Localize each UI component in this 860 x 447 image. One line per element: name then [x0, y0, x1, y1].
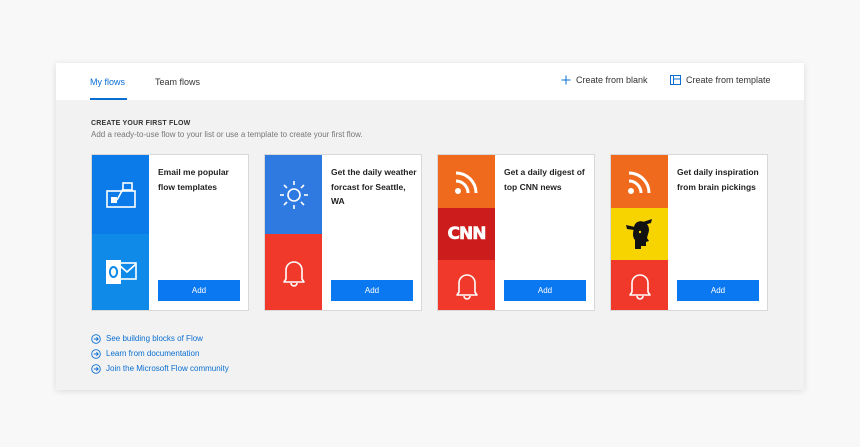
tab-team-flows[interactable]: Team flows	[155, 77, 200, 87]
arrow-circle-icon	[91, 348, 101, 359]
rss-icon	[627, 171, 650, 194]
link-building-blocks[interactable]: See building blocks of Flow	[91, 331, 229, 346]
arrow-circle-icon	[91, 333, 101, 344]
card-title: Email me popular flow templates	[158, 167, 229, 192]
template-card-brain-pickings: Get daily inspiration from brain picking…	[610, 154, 768, 311]
notification-bell-icon	[282, 261, 305, 287]
section-subtitle: Add a ready-to-use flow to your list or …	[91, 130, 363, 139]
outlook-tile	[92, 234, 149, 310]
notification-tile	[611, 260, 668, 310]
add-button[interactable]: Add	[677, 280, 759, 301]
notification-tile	[438, 260, 495, 310]
section-title: CREATE YOUR FIRST FLOW	[91, 120, 191, 127]
weather-sun-icon	[279, 180, 308, 209]
card-icon-column	[611, 155, 668, 310]
create-from-blank-label: Create from blank	[576, 75, 648, 85]
link-documentation[interactable]: Learn from documentation	[91, 346, 229, 361]
outlook-icon	[105, 260, 137, 284]
notification-bell-icon	[455, 274, 478, 300]
card-icon-column	[92, 155, 149, 310]
help-links: See building blocks of Flow Learn from d…	[91, 331, 229, 376]
template-card-weather: Get the daily weather forcast for Seattl…	[264, 154, 422, 311]
card-title: Get daily inspiration from brain picking…	[677, 167, 759, 192]
template-card-email: Email me popular flow templates Add	[91, 154, 249, 311]
card-title: Get a daily digest of top CNN news	[504, 167, 585, 192]
active-tab-indicator	[90, 98, 127, 100]
card-icon-column: CNN	[438, 155, 495, 310]
create-from-template-label: Create from template	[686, 75, 771, 85]
rss-tile	[438, 155, 495, 208]
notification-bell-icon	[628, 274, 651, 300]
link-label: Learn from documentation	[106, 349, 200, 358]
template-card-cnn: CNN Get a daily digest of top CNN news A…	[437, 154, 595, 311]
link-label: See building blocks of Flow	[106, 334, 203, 343]
cnn-tile: CNN	[438, 208, 495, 260]
add-button[interactable]: Add	[504, 280, 586, 301]
flow-tile	[92, 155, 149, 234]
card-title: Get the daily weather forcast for Seattl…	[331, 167, 417, 206]
rss-tile	[611, 155, 668, 208]
first-flow-panel: My flows Team flows Create from blank Cr…	[56, 63, 804, 390]
add-button[interactable]: Add	[331, 280, 413, 301]
tab-my-flows[interactable]: My flows	[90, 77, 125, 87]
create-from-blank-button[interactable]: Create from blank	[561, 75, 648, 85]
link-label: Join the Microsoft Flow community	[106, 364, 229, 373]
notification-tile	[265, 234, 322, 310]
weather-tile	[265, 155, 322, 234]
brain-pickings-logo	[625, 219, 652, 249]
plus-icon	[561, 75, 571, 85]
top-bar: My flows Team flows Create from blank Cr…	[56, 63, 804, 100]
add-button[interactable]: Add	[158, 280, 240, 301]
arrow-circle-icon	[91, 363, 101, 374]
link-community[interactable]: Join the Microsoft Flow community	[91, 361, 229, 376]
flow-icon	[105, 181, 136, 208]
template-icon	[670, 75, 681, 85]
rss-icon	[454, 171, 477, 194]
card-icon-column	[265, 155, 322, 310]
brain-pickings-tile	[611, 208, 668, 260]
create-from-template-button[interactable]: Create from template	[670, 75, 771, 85]
cnn-logo: CNN	[447, 224, 487, 245]
